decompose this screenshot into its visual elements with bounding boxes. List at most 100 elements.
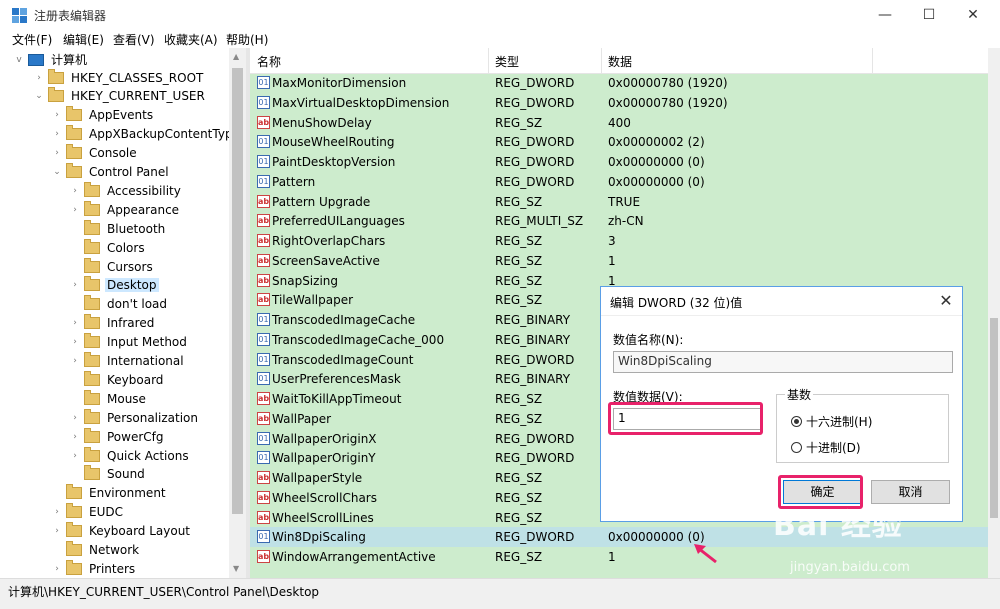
maximize-button[interactable]: ☐: [906, 0, 952, 30]
table-row[interactable]: ab RightOverlapChars REG_SZ 3: [250, 231, 988, 251]
tree-item[interactable]: › HKEY_CLASSES_ROOT: [34, 68, 205, 87]
column-header-name[interactable]: 名称: [257, 53, 281, 70]
tree-item[interactable]: Colors: [70, 238, 147, 257]
tree-item[interactable]: › International: [70, 352, 186, 371]
expand-chevron-icon[interactable]: ›: [70, 205, 80, 215]
expand-chevron-icon[interactable]: ›: [70, 413, 80, 423]
radio-selected-icon[interactable]: [791, 416, 802, 427]
column-header-data[interactable]: 数据: [608, 53, 632, 70]
expand-chevron-icon[interactable]: ›: [52, 507, 62, 517]
expand-chevron-icon[interactable]: ›: [70, 432, 80, 442]
tree-item[interactable]: don't load: [70, 295, 169, 314]
cell-type: REG_SZ: [495, 550, 543, 564]
cell-name: WaitToKillAppTimeout: [272, 392, 402, 406]
expand-chevron-icon[interactable]: ›: [70, 280, 80, 290]
table-row[interactable]: ab Pattern Upgrade REG_SZ TRUE: [250, 192, 988, 212]
tree-item-label: AppEvents: [89, 108, 154, 123]
tree-item[interactable]: Network: [52, 541, 141, 560]
menu-edit[interactable]: 编辑(E): [63, 31, 104, 48]
table-row[interactable]: 01 MouseWheelRouting REG_DWORD 0x00000002 (…: [250, 132, 988, 152]
expand-chevron-icon[interactable]: ›: [70, 186, 80, 196]
tree-item[interactable]: Mouse: [70, 389, 148, 408]
collapse-chevron-icon[interactable]: ⌄: [52, 167, 62, 177]
binary-value-icon: 01: [257, 332, 270, 346]
scroll-down-icon[interactable]: ▼: [233, 564, 239, 573]
column-divider[interactable]: [488, 48, 489, 73]
tree-item[interactable]: › Appearance: [70, 200, 181, 219]
expand-chevron-icon[interactable]: ›: [52, 564, 62, 574]
tree-item[interactable]: ⌄ Control Panel: [52, 163, 171, 182]
minimize-button[interactable]: —: [862, 0, 908, 30]
cell-data: 0x00000780 (1920): [608, 76, 728, 90]
tree-item[interactable]: › Infrared: [70, 314, 156, 333]
ab-string-icon: ab: [257, 392, 270, 405]
binary-value-icon: 01: [257, 135, 270, 149]
collapse-chevron-icon[interactable]: ⌄: [34, 91, 44, 101]
tree-item[interactable]: › Accessibility: [70, 181, 183, 200]
table-row[interactable]: ab MenuShowDelay REG_SZ 400: [250, 113, 988, 133]
column-divider[interactable]: [601, 48, 602, 73]
cell-name: UserPreferencesMask: [272, 372, 401, 387]
tree-item[interactable]: › Input Method: [70, 333, 189, 352]
ab-string-icon: ab: [257, 293, 270, 307]
tree-item[interactable]: › Quick Actions: [70, 446, 191, 465]
tree-item-label: Cursors: [107, 259, 153, 274]
ab-string-icon: ab: [257, 510, 270, 524]
tree-item[interactable]: › Personalization: [70, 408, 200, 427]
tree-item[interactable]: Keyboard: [70, 370, 165, 389]
dialog-close-icon[interactable]: ✕: [936, 291, 956, 311]
tree-item[interactable]: Cursors: [70, 257, 155, 276]
scroll-up-icon[interactable]: ▲: [233, 52, 239, 61]
menu-view[interactable]: 查看(V): [113, 31, 155, 48]
cell-type: REG_SZ: [495, 115, 543, 130]
tree-item[interactable]: › Printers: [52, 559, 137, 578]
tree-scrollbar[interactable]: ▲ ▼: [229, 48, 246, 578]
expand-chevron-icon[interactable]: ›: [52, 129, 62, 139]
tree-item[interactable]: Bluetooth: [70, 219, 167, 238]
cell-type: REG_SZ: [495, 234, 543, 248]
tree-item[interactable]: Sound: [70, 465, 147, 484]
list-scrollbar[interactable]: [988, 48, 1000, 578]
expand-chevron-icon[interactable]: ›: [52, 526, 62, 536]
table-row[interactable]: ab PreferredUILanguages REG_MULTI_SZ zh-CN: [250, 211, 988, 231]
column-divider[interactable]: [872, 48, 873, 73]
expand-chevron-icon[interactable]: ›: [70, 356, 80, 366]
table-row[interactable]: ab ScreenSaveActive REG_SZ 1: [250, 251, 988, 271]
radio-unselected-icon[interactable]: [791, 442, 802, 453]
binary-value-icon: 01: [257, 431, 270, 445]
cell-type: REG_DWORD: [495, 352, 575, 367]
tree-item[interactable]: › AppXBackupContentType: [52, 125, 242, 144]
table-row[interactable]: 01 PaintDesktopVersion REG_DWORD 0x00000000…: [250, 152, 988, 172]
expand-chevron-icon[interactable]: ›: [52, 110, 62, 120]
expand-chevron-icon[interactable]: ›: [52, 148, 62, 158]
expand-chevron-icon[interactable]: ›: [70, 451, 80, 461]
tree-item[interactable]: Environment: [52, 484, 168, 503]
expand-chevron-icon[interactable]: ›: [70, 337, 80, 347]
tree-item[interactable]: › AppEvents: [52, 106, 155, 125]
expand-chevron-icon[interactable]: ›: [70, 318, 80, 328]
table-row[interactable]: 01 Pattern REG_DWORD 0x00000000 (0): [250, 172, 988, 192]
title-bar: 注册表编辑器 — ☐ ✕: [0, 0, 1000, 30]
table-row[interactable]: 01 MaxVirtualDesktopDimension REG_DWORD 0x0…: [250, 93, 988, 113]
list-scroll-thumb[interactable]: [990, 318, 998, 518]
menu-help[interactable]: 帮助(H): [226, 31, 268, 48]
folder-icon: [84, 389, 100, 405]
menu-favorites[interactable]: 收藏夹(A): [164, 31, 218, 48]
tree-item[interactable]: › EUDC: [52, 503, 125, 522]
tree-scroll-thumb[interactable]: [232, 68, 243, 514]
hex-radio[interactable]: 十六进制(H): [791, 413, 872, 430]
column-header-type[interactable]: 类型: [495, 53, 519, 70]
tree-item[interactable]: › Desktop: [70, 276, 159, 295]
table-row[interactable]: 01 MaxMonitorDimension REG_DWORD 0x00000780…: [250, 73, 988, 93]
tree-item[interactable]: › Console: [52, 144, 139, 163]
menu-file[interactable]: 文件(F): [12, 31, 52, 48]
expand-chevron-icon[interactable]: ›: [34, 73, 44, 83]
tree-item[interactable]: › Keyboard Layout: [52, 522, 192, 541]
value-name-field[interactable]: Win8DpiScaling: [613, 351, 953, 373]
tree-item-computer[interactable]: v 计算机: [14, 50, 89, 69]
collapse-chevron-icon[interactable]: v: [14, 55, 24, 65]
close-button[interactable]: ✕: [950, 0, 996, 30]
tree-item[interactable]: › PowerCfg: [70, 427, 166, 446]
dec-radio[interactable]: 十进制(D): [791, 439, 861, 456]
tree-item[interactable]: ⌄ HKEY_CURRENT_USER: [34, 87, 207, 106]
